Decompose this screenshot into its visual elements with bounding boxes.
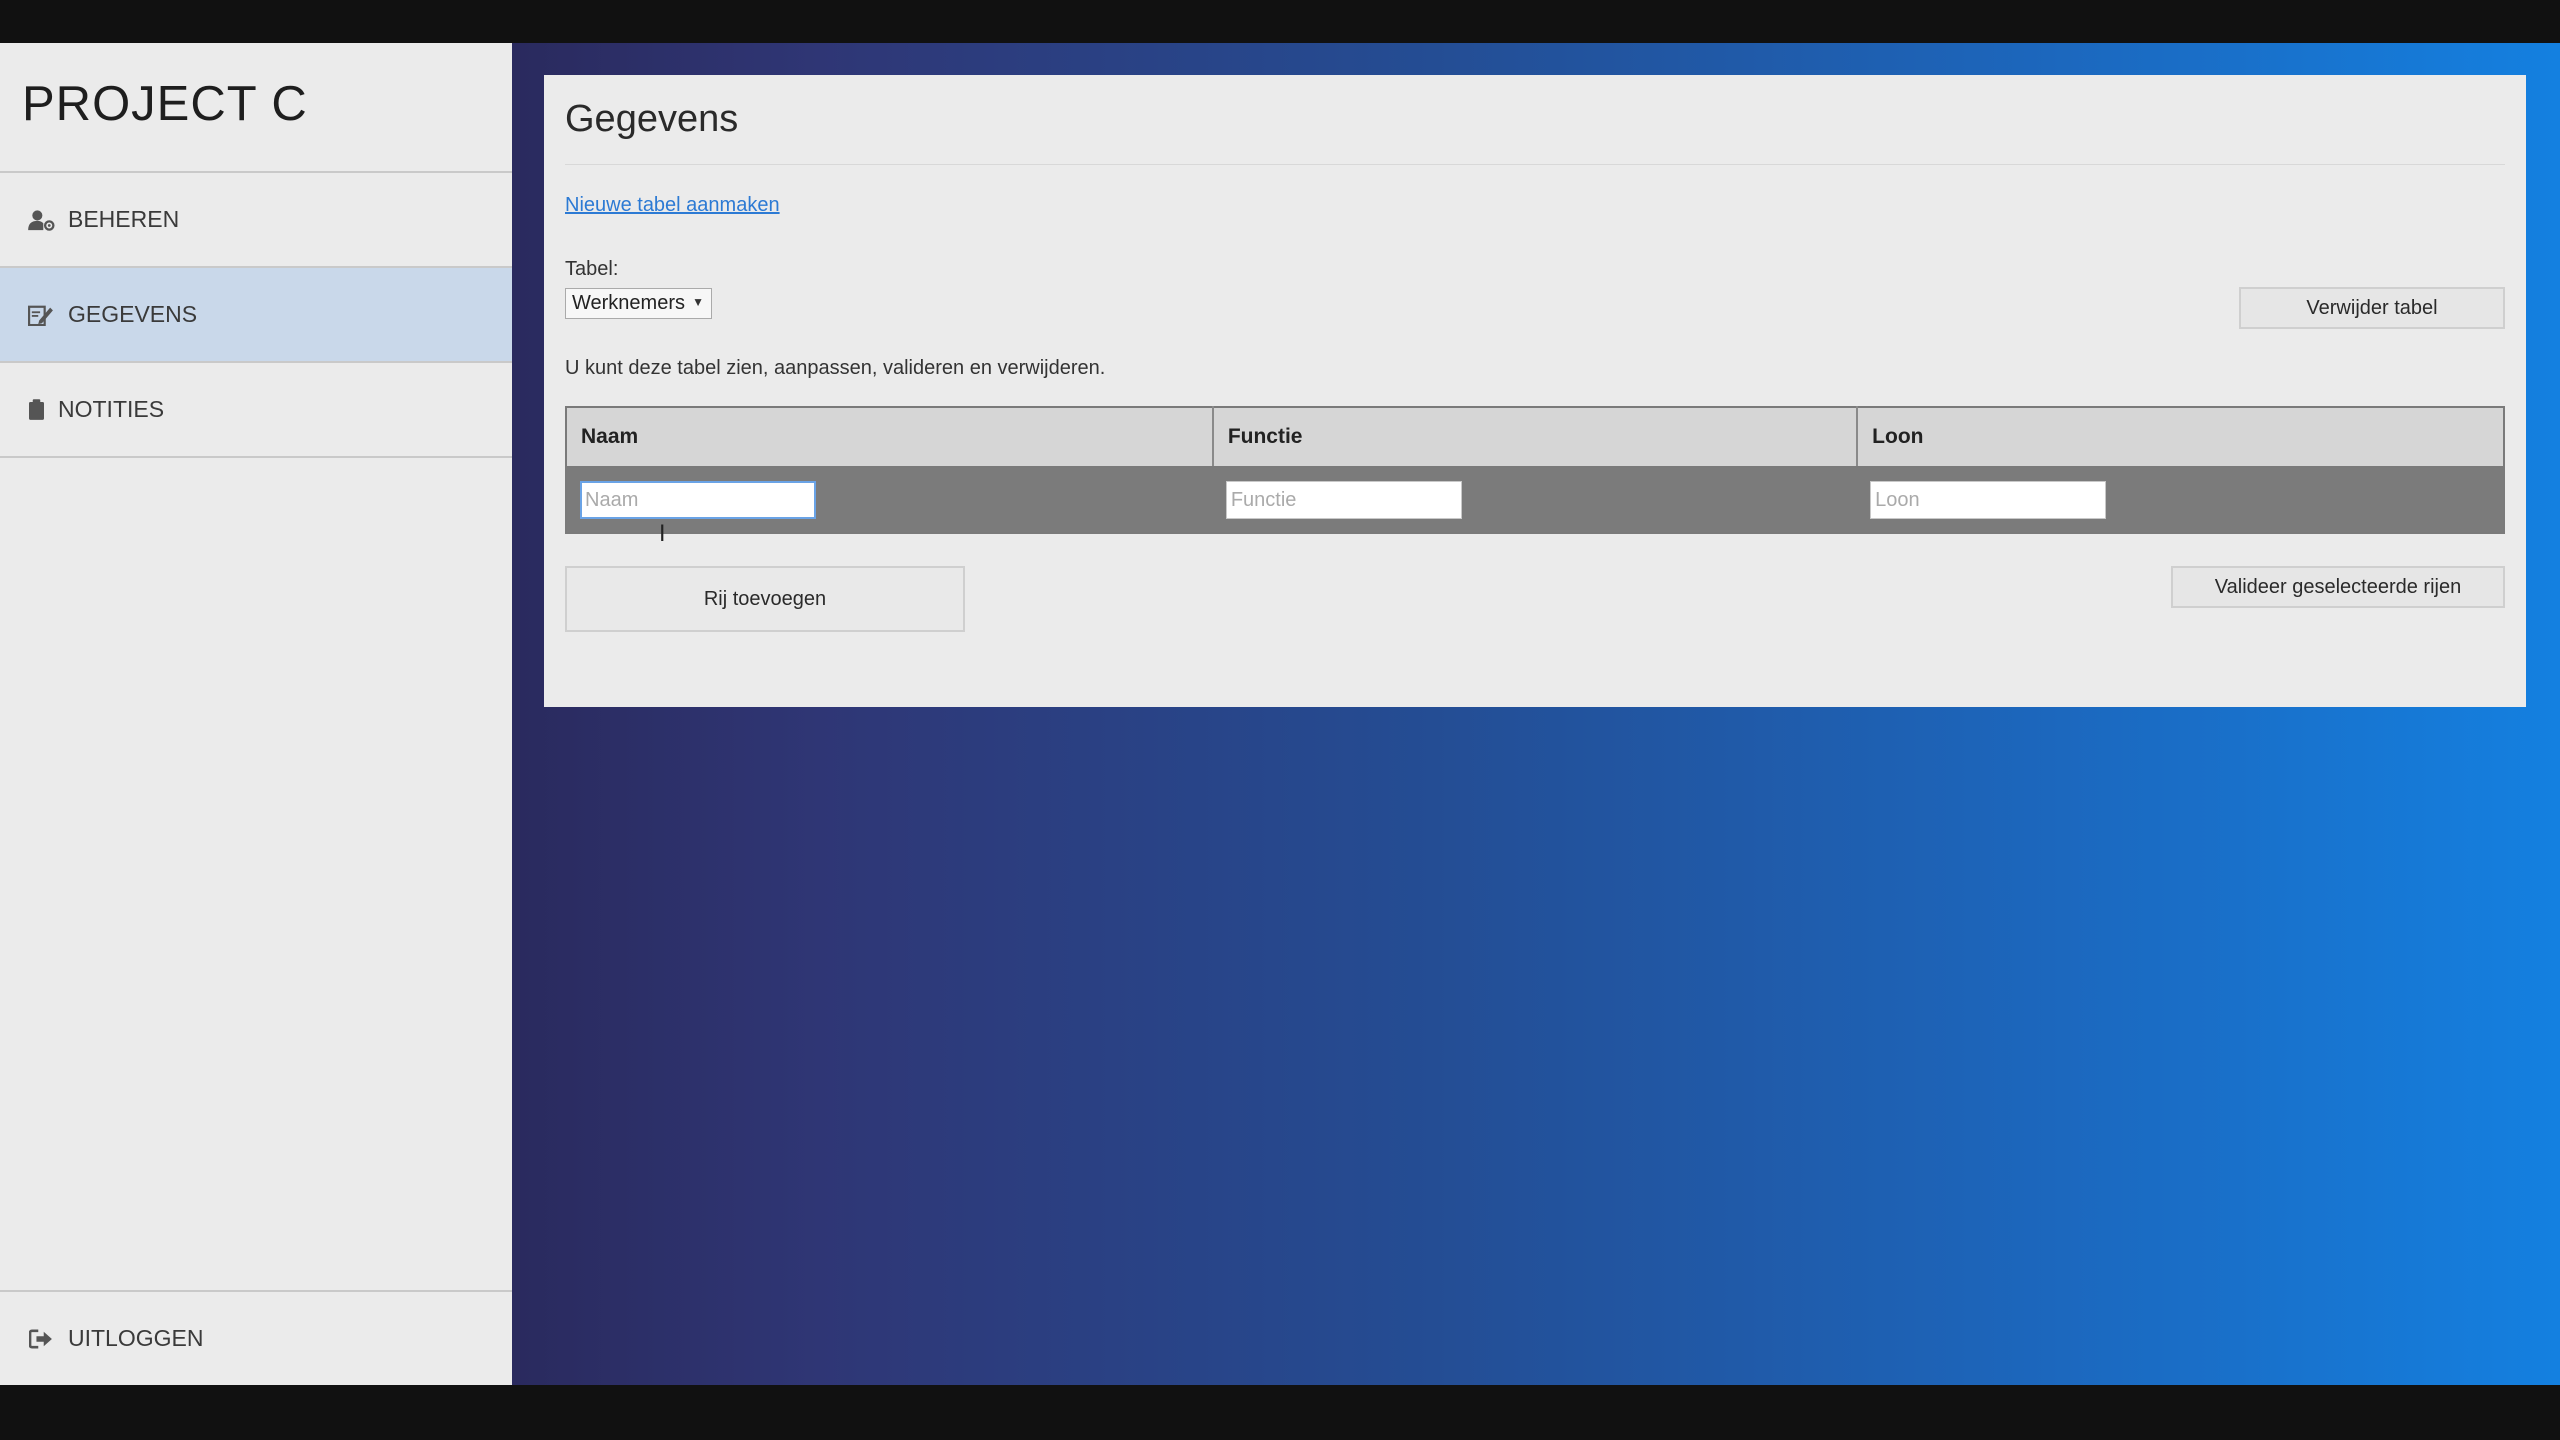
table-row[interactable]	[566, 467, 2504, 533]
sidebar-item-label: BEHEREN	[68, 206, 180, 232]
table-header-row: Naam Functie Loon	[566, 407, 2504, 468]
validate-rows-button[interactable]: Valideer geselecteerde rijen	[2171, 566, 2505, 608]
clipboard-icon	[26, 397, 46, 423]
sidebar-item-notities[interactable]: NOTITIES	[0, 363, 512, 458]
functie-input[interactable]	[1225, 481, 1462, 519]
column-header-functie: Functie	[1212, 407, 1859, 468]
gegevens-panel: Gegevens Nieuwe tabel aanmaken Tabel: We…	[544, 75, 2526, 707]
page-title: Gegevens	[565, 75, 2505, 165]
table-description: U kunt deze tabel zien, aanpassen, valid…	[565, 357, 1106, 379]
sidebar-item-label: NOTITIES	[58, 396, 165, 422]
brand-title: PROJECT C	[0, 43, 512, 173]
add-row-button[interactable]: Rij toevoegen	[565, 566, 965, 632]
data-table: Naam Functie Loon	[565, 406, 2505, 534]
delete-table-button[interactable]: Verwijder tabel	[2239, 287, 2505, 329]
user-cog-icon	[26, 207, 56, 233]
table-cell	[566, 467, 1213, 533]
table-cell	[1857, 467, 2504, 533]
dropdown-caret-icon: ▼	[692, 295, 704, 309]
sidebar-item-gegevens[interactable]: GEGEVENS	[0, 268, 512, 363]
table-select[interactable]: Werknemers ▼	[565, 288, 712, 319]
table-select-value: Werknemers	[572, 292, 685, 314]
table-select-label: Tabel:	[565, 258, 619, 280]
logout-button[interactable]: UITLOGGEN	[0, 1290, 512, 1385]
naam-input[interactable]	[580, 481, 816, 519]
main-area: Gegevens Nieuwe tabel aanmaken Tabel: We…	[512, 43, 2560, 1385]
sign-out-icon	[26, 1326, 56, 1352]
new-table-link[interactable]: Nieuwe tabel aanmaken	[565, 194, 780, 217]
app-screen: PROJECT C BEHEREN GEGEVENS NOTITIES UITL…	[0, 43, 2560, 1385]
edit-icon	[26, 302, 56, 328]
table-cell	[1212, 467, 1858, 533]
column-header-loon: Loon	[1857, 407, 2504, 468]
sidebar-item-label: GEGEVENS	[68, 301, 198, 327]
logout-label: UITLOGGEN	[68, 1325, 204, 1351]
column-header-naam: Naam	[566, 407, 1214, 468]
sidebar: PROJECT C BEHEREN GEGEVENS NOTITIES UITL…	[0, 43, 513, 1385]
loon-input[interactable]	[1870, 481, 2107, 519]
sidebar-item-beheren[interactable]: BEHEREN	[0, 173, 512, 268]
